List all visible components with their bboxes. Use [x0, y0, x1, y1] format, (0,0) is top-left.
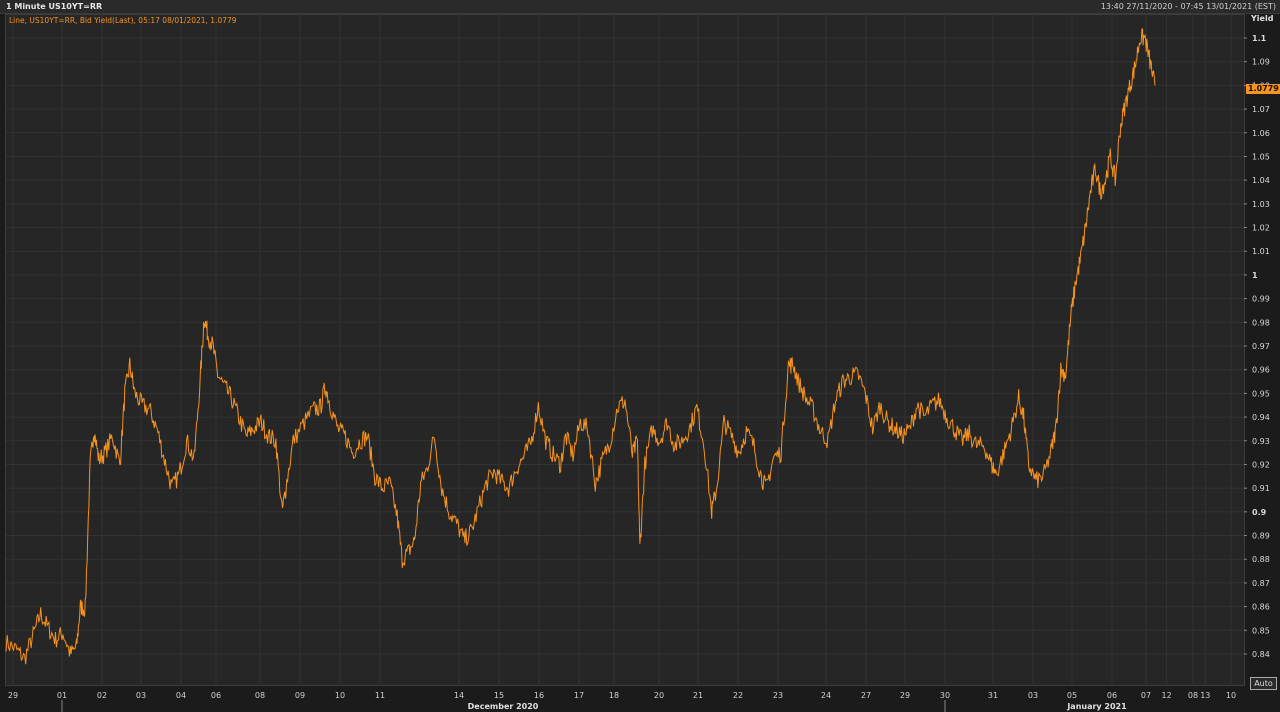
- y-tick-label: 0.84: [1252, 650, 1270, 659]
- y-tick-label: 0.99: [1252, 295, 1270, 304]
- x-tick-label: 30: [940, 691, 950, 700]
- x-tick-label: 23: [773, 691, 783, 700]
- x-tick-label: 17: [574, 691, 584, 700]
- y-tick-label: 0.86: [1252, 603, 1270, 612]
- x-tick-label: 10: [1226, 691, 1236, 700]
- x-tick-label: 06: [1107, 691, 1117, 700]
- y-tick-label: 0.92: [1252, 460, 1270, 469]
- x-month-label: December 2020: [468, 702, 539, 711]
- x-tick-label: 18: [609, 691, 619, 700]
- x-tick-label: 15: [494, 691, 504, 700]
- x-tick-label: 02: [97, 691, 107, 700]
- x-tick-label: 29: [900, 691, 910, 700]
- y-tick-label: 1.09: [1252, 58, 1270, 67]
- x-tick-label: 27: [861, 691, 871, 700]
- last-value-tag: 1.0779: [1246, 84, 1280, 94]
- yield-line: [5, 28, 1156, 665]
- y-tick-label: 1.1: [1252, 34, 1267, 43]
- x-tick-label: 10: [335, 691, 345, 700]
- x-tick-label: 04: [176, 691, 186, 700]
- x-tick-label: 09: [295, 691, 305, 700]
- y-tick-label: 0.95: [1252, 389, 1270, 398]
- x-tick-label: 16: [534, 691, 544, 700]
- x-month-label: January 2021: [1066, 702, 1127, 711]
- y-tick-label: 1.02: [1252, 224, 1270, 233]
- y-tick-label: 0.93: [1252, 437, 1270, 446]
- x-axis: 29 01 02 03 04 06 08 09 10 11 14 15 16 17 18 20 21 22 23 24…: [8, 691, 1236, 712]
- y-tick-label: 1.05: [1252, 152, 1270, 161]
- chart-svg[interactable]: 0.84 0.85 0.86 0.87 0.88 0.89 0.9 0.91 0.92 0.93 0…: [0, 0, 1280, 712]
- y-tick-label: 0.85: [1252, 626, 1270, 635]
- y-tick-label: 0.87: [1252, 579, 1270, 588]
- x-tick-label: 03: [136, 691, 146, 700]
- x-tick-label: 13: [1200, 691, 1210, 700]
- y-tick-label: 1.03: [1252, 200, 1270, 209]
- y-tick-label: 1: [1252, 271, 1258, 280]
- x-tick-label: 14: [454, 691, 464, 700]
- x-tick-label: 03: [1028, 691, 1038, 700]
- y-tick-label: 0.94: [1252, 413, 1270, 422]
- auto-scale-button[interactable]: Auto: [1250, 677, 1277, 690]
- y-tick-label: 0.9: [1252, 508, 1267, 517]
- series-legend: Line, US10YT=RR, Bid Yield(Last), 05:17 …: [9, 16, 237, 25]
- y-axis: 0.84 0.85 0.86 0.87 0.88 0.89 0.9 0.91 0.92 0.93 0…: [1244, 34, 1270, 659]
- x-tick-label: 22: [733, 691, 743, 700]
- y-tick-label: 0.88: [1252, 555, 1270, 564]
- y-tick-label: 1.06: [1252, 129, 1270, 138]
- x-tick-label: 20: [654, 691, 664, 700]
- x-tick-label: 05: [1067, 691, 1077, 700]
- x-tick-label: 21: [693, 691, 703, 700]
- x-tick-label: 01: [57, 691, 67, 700]
- x-tick-label: 12: [1162, 691, 1172, 700]
- x-tick-label: 24: [821, 691, 831, 700]
- x-tick-label: 29: [8, 691, 18, 700]
- y-tick-label: 0.91: [1252, 484, 1270, 493]
- x-tick-label: 06: [211, 691, 221, 700]
- y-tick-label: 0.96: [1252, 366, 1270, 375]
- y-tick-label: 0.97: [1252, 342, 1270, 351]
- y-axis-title: Yield: [1251, 14, 1274, 23]
- y-tick-label: 0.98: [1252, 318, 1270, 327]
- y-tick-label: 1.07: [1252, 105, 1270, 114]
- x-tick-label: 08: [1188, 691, 1198, 700]
- y-tick-label: 1.01: [1252, 247, 1270, 256]
- x-tick-label: 31: [988, 691, 998, 700]
- y-tick-label: 0.89: [1252, 532, 1270, 541]
- y-tick-label: 1.04: [1252, 176, 1270, 185]
- x-tick-label: 08: [255, 691, 265, 700]
- grid: [6, 14, 1244, 686]
- x-tick-label: 11: [375, 691, 385, 700]
- x-tick-label: 07: [1141, 691, 1151, 700]
